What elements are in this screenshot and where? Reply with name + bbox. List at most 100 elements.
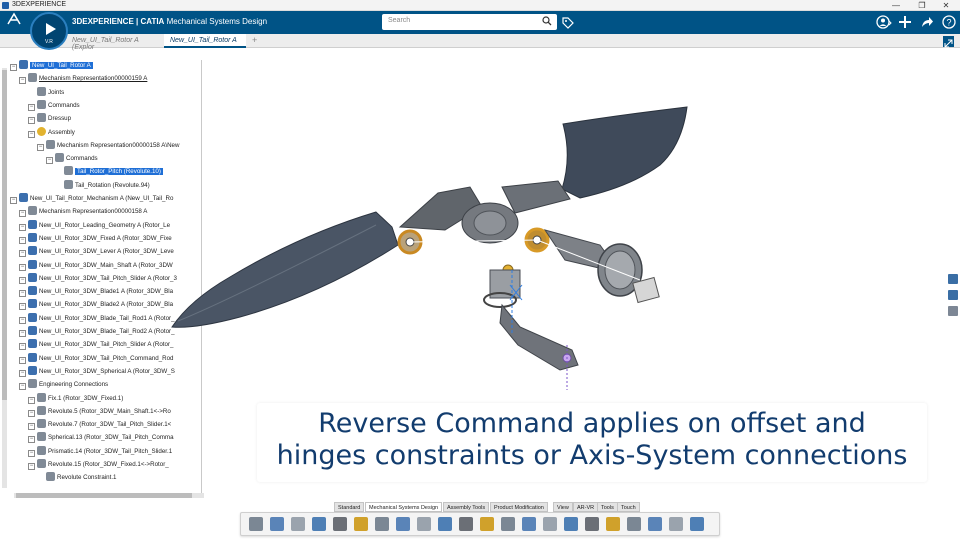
fix-icon[interactable] [543,517,557,531]
cut-icon[interactable] [249,517,263,531]
expand-toggle-icon[interactable]: − [28,409,35,417]
action-tab[interactable]: Assembly Tools [443,502,490,512]
expand-toggle-icon[interactable]: − [19,223,26,231]
expand-toggle-icon[interactable]: − [19,330,26,337]
help-icon[interactable]: ? [942,15,956,34]
compass-button[interactable]: V.R [30,12,68,50]
tree-node[interactable]: − New_UI_Rotor_3DW_Tail_Pitch_Command_Rod [19,352,173,365]
mechanism-icon[interactable] [480,517,494,531]
action-tab[interactable]: Product Modification [490,502,548,512]
expand-toggle-icon[interactable]: − [28,449,35,457]
tree-node[interactable]: − Revolute.15 (Rotor_3DW_Fixed.1<->Rotor_ [28,459,169,471]
gear[interactable] [597,243,660,304]
drag-icon[interactable] [585,517,599,531]
expand-toggle-icon[interactable]: − [46,157,53,165]
expand-toggle-icon[interactable]: − [28,423,35,431]
explode-icon[interactable] [648,517,662,531]
side-tool-icon[interactable] [948,290,958,300]
expand-toggle-icon[interactable]: − [19,383,26,391]
settings-icon[interactable] [333,517,347,531]
action-tab[interactable]: Standard [334,502,365,512]
measure-icon[interactable] [417,517,431,531]
action-tab[interactable]: Touch [617,502,640,512]
tree-node[interactable]: Tail_Rotor_Pitch (Revolute.10) [55,166,163,178]
tree-node[interactable]: − Engineering Connections [19,379,108,391]
blade-left[interactable] [171,211,399,328]
tree-node[interactable]: − New_UI_Rotor_3DW_Blade_Tail_Rod1 A (Rot… [19,312,175,325]
tree-node[interactable]: − Revolute.7 (Rotor_3DW_Tail_Pitch_Slider… [28,419,171,431]
tree-node[interactable]: − Dressup [28,113,71,125]
tree-node[interactable]: Joints [28,86,64,99]
assemble-icon[interactable] [627,517,641,531]
joint-icon[interactable] [501,517,515,531]
expand-toggle-icon[interactable]: − [19,77,26,85]
expand-toggle-icon[interactable]: − [19,356,26,364]
expand-toggle-icon[interactable]: − [28,436,35,444]
expand-toggle-icon[interactable]: − [28,396,35,404]
expand-toggle-icon[interactable]: − [19,210,26,218]
maximize-button[interactable]: ❐ [910,0,934,11]
tree-node[interactable]: − Fix.1 (Rotor_3DW_Fixed.1) [28,392,123,405]
tree-node[interactable]: − Assembly [28,126,75,139]
tree-node[interactable]: − Commands [46,153,98,165]
tab-tail-rotor[interactable]: New_UI_Tail_Rotor A [164,34,246,48]
undo-icon[interactable] [312,517,326,531]
3d-viewport[interactable] [170,95,730,395]
tree-node[interactable]: − Revolute.5 (Rotor_3DW_Main_Shaft.1<->Ro [28,405,171,418]
tree-node[interactable]: − New_UI_Rotor_Leading_Geometry A (Rotor_… [19,219,170,232]
tree-node[interactable]: − Prismatic.14 (Rotor_3DW_Tail_Pitch_Slid… [28,445,172,458]
action-tab[interactable]: Mechanical Systems Design [365,502,443,512]
expand-toggle-icon[interactable]: − [28,103,35,111]
tree-node[interactable]: − New_UI_Tail_Rotor_Mechanism A (New_UI_T… [10,193,173,205]
blade-right[interactable] [561,106,688,199]
expand-toggle-icon[interactable]: − [28,130,35,138]
expand-toggle-icon[interactable]: − [19,303,26,311]
tree-node[interactable]: − New_UI_Rotor_3DW_Spherical A (Rotor_3DW… [19,365,175,378]
layout-icon[interactable] [564,517,578,531]
minimize-button[interactable]: — [884,0,908,11]
tree-node[interactable]: − New_UI_Rotor_3DW_Blade2 A (Rotor_3DW_Bl… [19,299,173,311]
tree-node[interactable]: Revolute Constraint.1 [37,472,117,484]
expand-toggle-icon[interactable]: − [10,197,17,204]
snap-icon[interactable] [522,517,536,531]
tree-node[interactable]: − New_UI_Rotor_3DW_Blade_Tail_Rod2 A (Rot… [19,326,175,338]
copy-icon[interactable] [270,517,284,531]
action-tab[interactable]: AR-VR [573,502,599,512]
add-icon[interactable] [898,15,912,34]
expand-toggle-icon[interactable]: − [28,117,35,125]
share-icon[interactable] [920,15,934,34]
expand-toggle-icon[interactable]: − [19,290,26,298]
expand-toggle-icon[interactable]: − [19,250,26,258]
cylinder-icon[interactable] [606,517,620,531]
tree-node[interactable]: − New_UI_Rotor_3DW_Blade1 A (Rotor_3DW_Bl… [19,286,173,298]
tree-node[interactable]: − Commands [28,99,80,112]
engineering-connection-icon[interactable] [459,517,473,531]
expand-toggle-icon[interactable]: − [19,343,26,351]
search-icon[interactable] [542,16,552,28]
side-tool-icon[interactable] [948,274,958,284]
tree-horizontal-scrollbar[interactable] [14,493,204,498]
search-input[interactable]: Search [382,14,557,30]
product-icon[interactable] [375,517,389,531]
tab-explore[interactable]: New_UI_Tail_Rotor A (Explor [66,34,160,51]
constraint-icon[interactable] [438,517,452,531]
tree-node[interactable]: − Mechanism Representation00000159 A [19,73,147,85]
tree-node[interactable]: − Mechanism Representation00000158 A [19,206,147,218]
expand-toggle-icon[interactable]: − [37,143,44,151]
expand-toggle-icon[interactable]: − [19,236,26,244]
tree-node[interactable]: − New_UI_Tail_Rotor A [10,60,93,72]
expand-toggle-icon[interactable]: − [19,369,26,377]
tree-node[interactable]: − Mechanism Representation00000158 A\New [37,139,179,152]
add-tab-icon[interactable]: + [252,35,257,45]
side-tool-icon[interactable] [948,306,958,316]
tree-node[interactable]: − New_UI_Rotor_3DW_Lever A (Rotor_3DW_Lev… [19,246,174,258]
expand-toggle-icon[interactable]: − [28,463,35,470]
paste-icon[interactable] [291,517,305,531]
tree-node[interactable]: − New_UI_Rotor_3DW_Main_Shaft A (Rotor_3D… [19,259,173,272]
balance-icon[interactable] [690,517,704,531]
tree-node[interactable]: Tail_Rotation (Revolute.94) [55,179,150,192]
assembly-icon[interactable] [396,517,410,531]
expand-icon[interactable] [943,36,954,48]
user-icon[interactable] [876,15,892,34]
action-tab[interactable]: View [553,502,573,512]
